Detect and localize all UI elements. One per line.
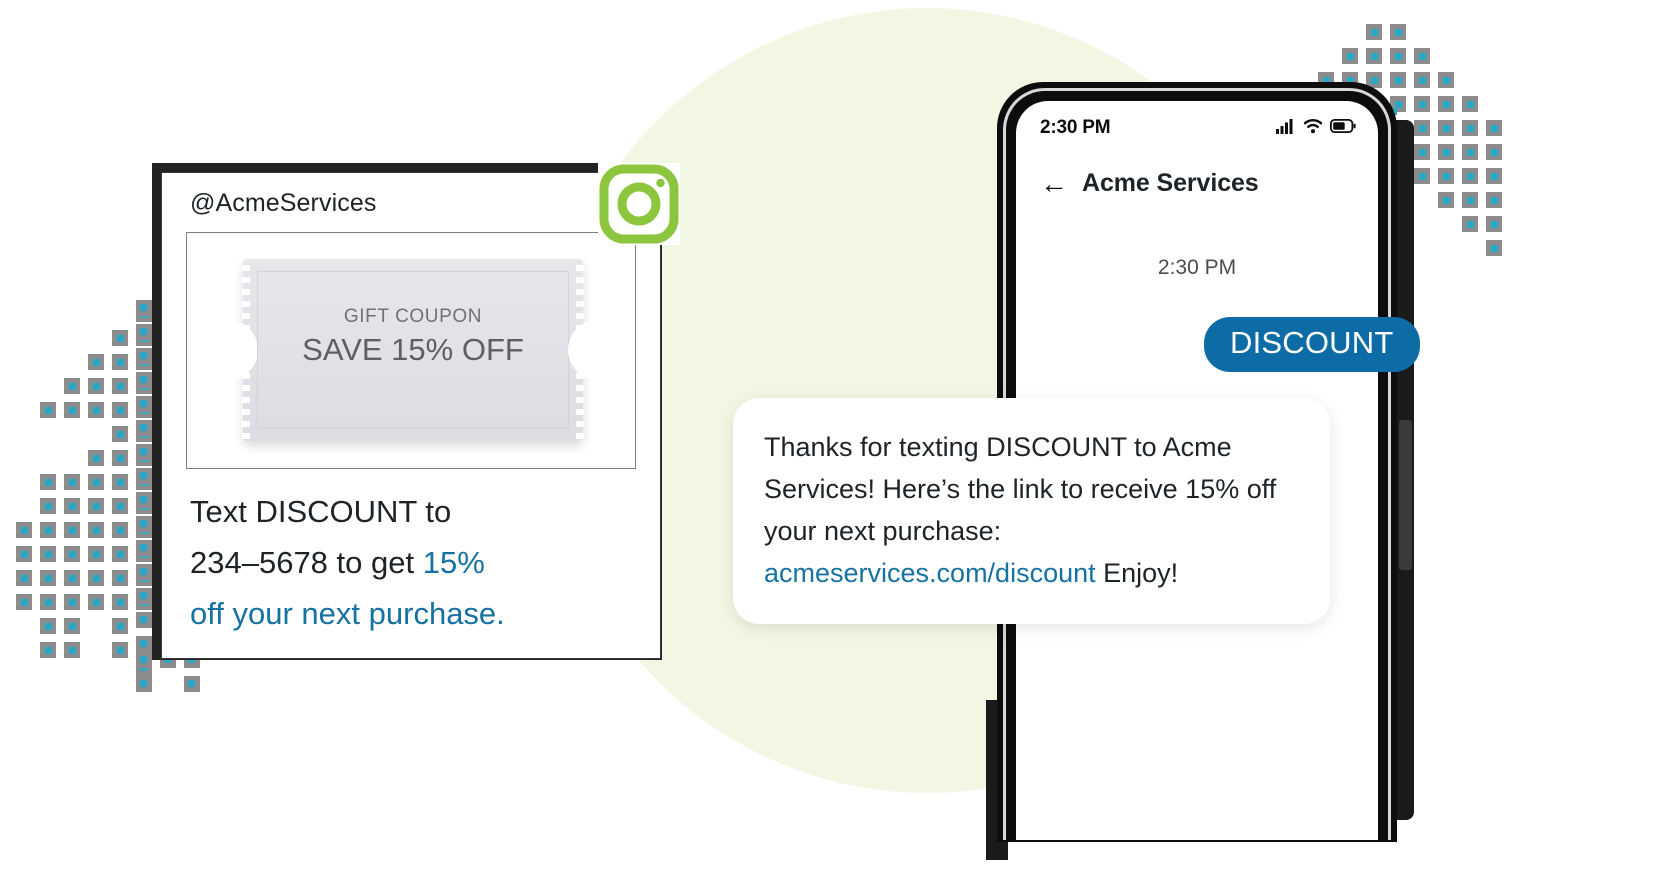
incoming-message-link[interactable]: acmeservices.com/discount: [764, 558, 1096, 588]
incoming-message-bubble: Thanks for texting DISCOUNT to Acme Serv…: [733, 398, 1330, 624]
coupon-kicker: GIFT COUPON: [343, 306, 483, 327]
phone-power-button[interactable]: [1399, 420, 1412, 570]
ticket-text-block: GIFT COUPON SAVE 15% OFF: [243, 307, 583, 365]
status-bar: 2:30 PM: [1016, 115, 1378, 141]
instagram-post-image: GIFT COUPON SAVE 15% OFF: [186, 232, 636, 469]
chat-timestamp: 2:30 PM: [1157, 256, 1237, 279]
caption-line-2: 234–5678 to get: [190, 545, 423, 580]
cellular-signal-icon: [1276, 118, 1296, 139]
illustration-canvas: @AcmeServices GIFT COUPON SAVE 15% OFF T…: [0, 0, 1667, 873]
instagram-caption: Text DISCOUNT to 234–5678 to get 15% off…: [190, 486, 590, 639]
instagram-post-card: @AcmeServices GIFT COUPON SAVE 15% OFF T…: [161, 172, 661, 659]
instagram-icon: [598, 163, 680, 245]
incoming-message-text-after: Enjoy!: [1095, 558, 1179, 588]
caption-line-3: off your next purchase.: [190, 596, 505, 631]
caption-line-1: Text DISCOUNT to: [190, 494, 452, 529]
gift-coupon-ticket: GIFT COUPON SAVE 15% OFF: [228, 259, 598, 441]
instagram-handle: @AcmeServices: [190, 189, 377, 217]
outgoing-message-bubble: DISCOUNT: [1204, 317, 1420, 373]
status-bar-time: 2:30 PM: [1040, 117, 1111, 138]
coupon-headline: SAVE 15% OFF: [302, 332, 524, 367]
caption-highlight-percent: 15%: [422, 545, 485, 580]
battery-icon: [1329, 118, 1356, 138]
back-arrow-icon[interactable]: ←: [1040, 169, 1068, 198]
ticket-perforation-right: [576, 259, 584, 441]
wifi-icon: [1303, 118, 1323, 139]
incoming-message-text-before: Thanks for texting DISCOUNT to Acme Serv…: [764, 432, 1277, 546]
status-bar-icons: [1276, 118, 1356, 139]
conversation-title: Acme Services: [1082, 169, 1259, 197]
conversation-header: ← Acme Services: [1040, 169, 1259, 198]
